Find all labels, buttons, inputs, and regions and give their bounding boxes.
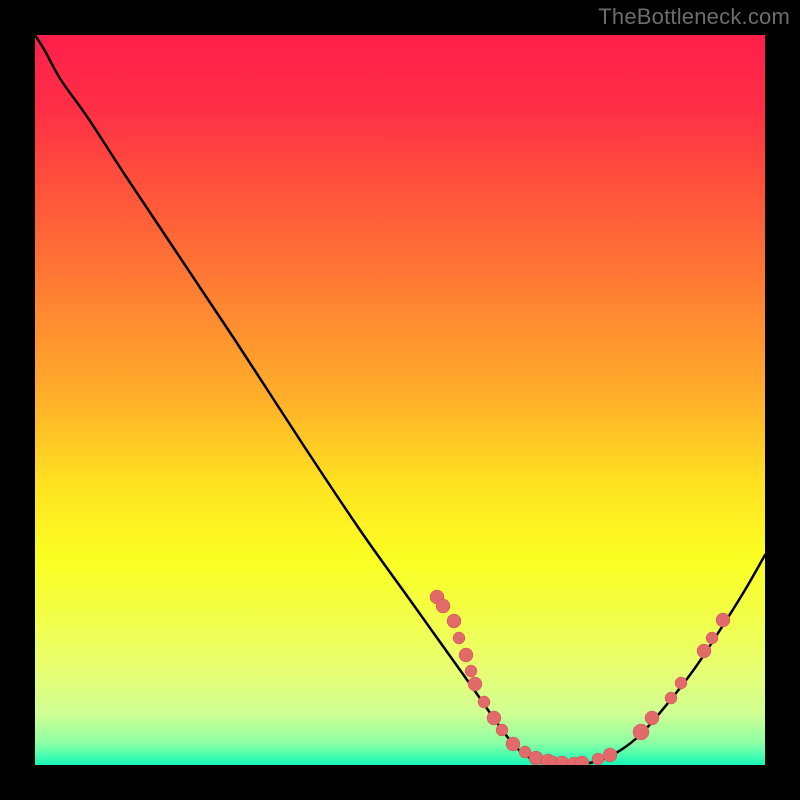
data-point bbox=[506, 737, 520, 751]
data-point bbox=[645, 711, 659, 725]
data-point bbox=[697, 644, 711, 658]
data-point bbox=[496, 724, 508, 736]
data-point bbox=[706, 632, 718, 644]
data-point bbox=[459, 648, 473, 662]
data-point bbox=[633, 724, 649, 740]
data-point bbox=[603, 748, 617, 762]
data-point bbox=[468, 677, 482, 691]
data-point bbox=[487, 711, 501, 725]
bottleneck-chart bbox=[0, 0, 800, 800]
attribution-label: TheBottleneck.com bbox=[598, 4, 790, 30]
data-point bbox=[453, 632, 465, 644]
data-point bbox=[665, 692, 677, 704]
data-point bbox=[436, 599, 450, 613]
data-point bbox=[592, 753, 604, 765]
data-point bbox=[478, 696, 490, 708]
chart-container: TheBottleneck.com bbox=[0, 0, 800, 800]
data-point bbox=[529, 751, 543, 765]
data-point bbox=[716, 613, 730, 627]
data-point bbox=[675, 677, 687, 689]
data-point bbox=[465, 665, 477, 677]
plot-background bbox=[35, 35, 765, 765]
data-point bbox=[447, 614, 461, 628]
